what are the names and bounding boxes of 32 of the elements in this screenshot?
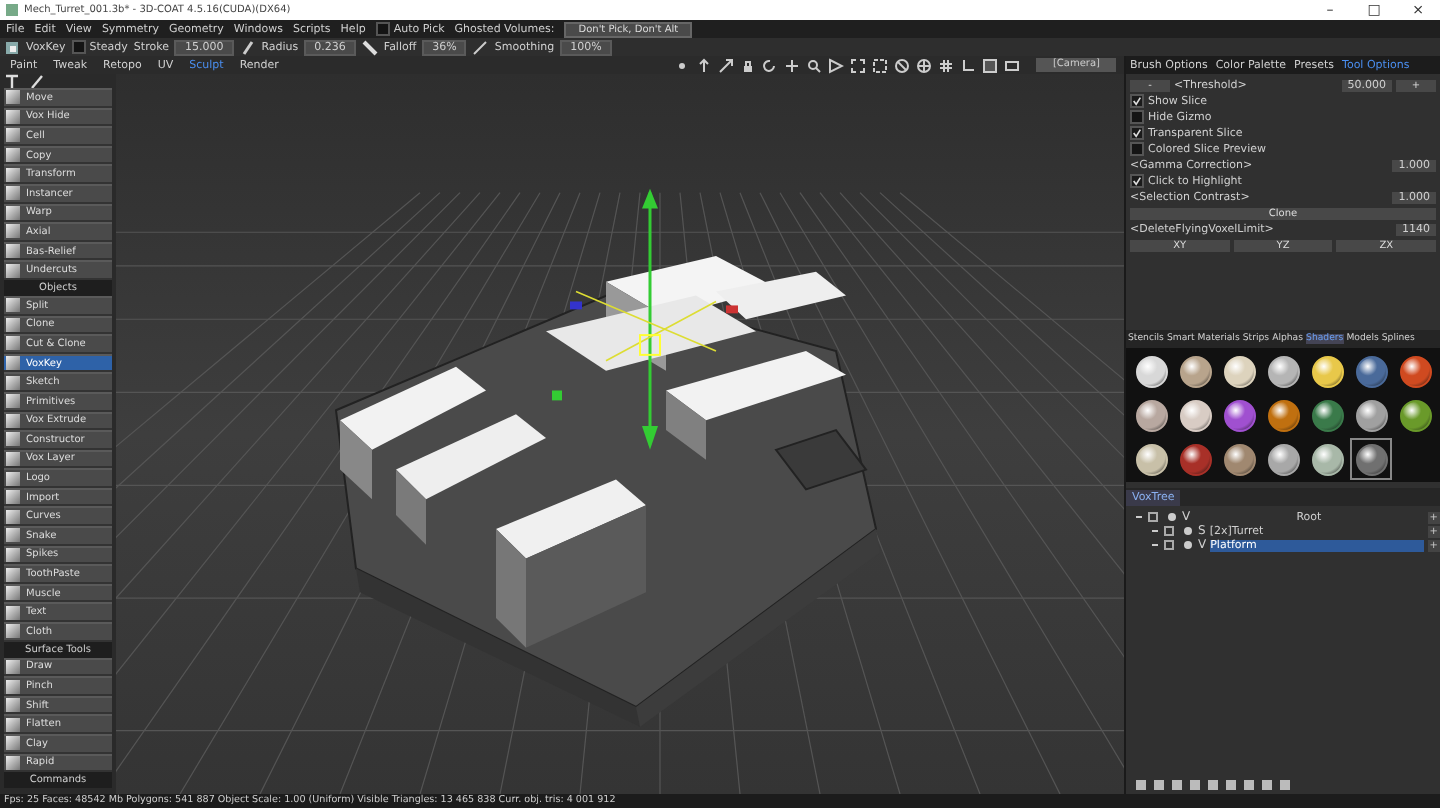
checkbox[interactable] [1130, 126, 1144, 140]
window-icon[interactable] [1004, 57, 1021, 73]
triangle-icon[interactable] [828, 57, 845, 73]
viewport[interactable] [116, 74, 1124, 794]
brush-icon[interactable] [26, 74, 46, 90]
square-icon[interactable] [982, 57, 999, 73]
square-icon[interactable] [1242, 777, 1256, 791]
checkbox[interactable] [1130, 94, 1144, 108]
axis-icon[interactable] [960, 57, 977, 73]
checkbox[interactable] [1130, 110, 1144, 124]
pen-icon[interactable] [239, 39, 256, 55]
check-icon [1132, 176, 1142, 186]
checkbox[interactable] [375, 22, 390, 36]
frame-icon[interactable] [850, 57, 867, 73]
app-icon [6, 4, 18, 16]
zoom-icon[interactable] [806, 57, 823, 73]
tool-icon [4, 39, 20, 55]
line-icon[interactable] [472, 39, 489, 55]
no-entry-icon[interactable] [894, 57, 911, 73]
checkbox[interactable] [1130, 142, 1144, 156]
text-icon[interactable] [4, 74, 24, 90]
checkbox[interactable] [1130, 174, 1144, 188]
check-icon [1132, 128, 1142, 138]
arrow-icon[interactable] [696, 57, 713, 73]
checkbox[interactable] [71, 40, 86, 54]
rotate-icon[interactable] [762, 57, 779, 73]
transform-gizmo[interactable] [552, 188, 738, 450]
check-icon [1132, 96, 1142, 106]
globe-icon[interactable] [916, 57, 933, 73]
frame-icon[interactable] [872, 57, 889, 73]
move-icon[interactable] [784, 57, 801, 73]
scale-icon[interactable] [718, 57, 735, 73]
